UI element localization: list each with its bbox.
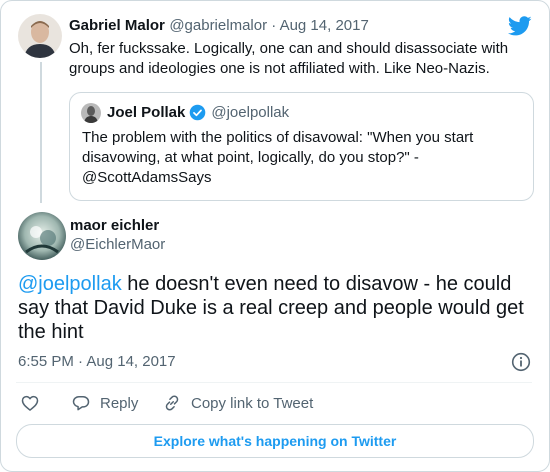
reply-icon (71, 393, 91, 413)
main-author-name[interactable]: maor eichler (70, 217, 165, 234)
twitter-bird-icon[interactable] (507, 14, 532, 38)
quoted-tweet-header: Joel Pollak @joelpollak (107, 104, 289, 121)
avatar-maor-eichler[interactable] (18, 212, 66, 260)
thread-connector-line (40, 62, 42, 203)
parent-tweet-text: Oh, fer fuckssake. Logically, one can an… (69, 39, 508, 79)
quoted-text-line: @ScottAdamsSays (82, 169, 212, 186)
tweet-timestamp[interactable]: 6:55 PM · Aug 14, 2017 (18, 353, 176, 370)
parent-text-line: Oh, fer fuckssake. Logically, one can an… (69, 40, 509, 57)
explore-label: Explore what's happening on Twitter (153, 433, 397, 449)
quoted-text-line: disavowing, at what point, logically, do… (82, 149, 419, 166)
parent-tweet-header: Gabriel Malor @gabrielmalor · Aug 14, 20… (69, 17, 369, 35)
mention-link[interactable]: @joelpollak (18, 273, 122, 295)
copy-link-button[interactable]: Copy link to Tweet (162, 393, 313, 413)
main-text-line: the hint (18, 321, 84, 343)
link-icon (162, 393, 182, 413)
avatar-gabriel-malor[interactable] (18, 14, 62, 58)
avatar-joel-pollak[interactable] (81, 103, 101, 123)
info-icon[interactable] (511, 352, 531, 372)
parent-text-line: groups and ideologies one is not affilia… (69, 60, 490, 77)
parent-author-name[interactable]: Gabriel Malor (69, 17, 165, 34)
like-button[interactable] (20, 393, 40, 413)
verified-badge-icon (189, 104, 206, 121)
main-author-block: maor eichler @EichlerMaor (70, 217, 165, 253)
parent-handle-date[interactable]: @gabrielmalor · Aug 14, 2017 (169, 17, 369, 34)
quoted-handle[interactable]: @joelpollak (211, 104, 289, 121)
main-text-line: say that David Duke is a real creep and … (18, 297, 524, 319)
main-author-handle[interactable]: @EichlerMaor (70, 236, 165, 253)
divider (16, 382, 532, 383)
quoted-author-name[interactable]: Joel Pollak (107, 104, 185, 121)
explore-button[interactable]: Explore what's happening on Twitter (16, 424, 534, 458)
main-tweet-text: @joelpollak he doesn't even need to disa… (18, 272, 524, 344)
reply-button[interactable]: Reply (71, 393, 138, 413)
main-text-segment: he doesn't even need to disavow - he cou… (121, 273, 512, 295)
copy-link-label: Copy link to Tweet (191, 394, 314, 412)
heart-icon (20, 393, 40, 413)
quoted-text-line: The problem with the politics of disavow… (82, 129, 474, 146)
reply-label: Reply (100, 394, 139, 412)
quoted-tweet-text: The problem with the politics of disavow… (82, 128, 473, 188)
